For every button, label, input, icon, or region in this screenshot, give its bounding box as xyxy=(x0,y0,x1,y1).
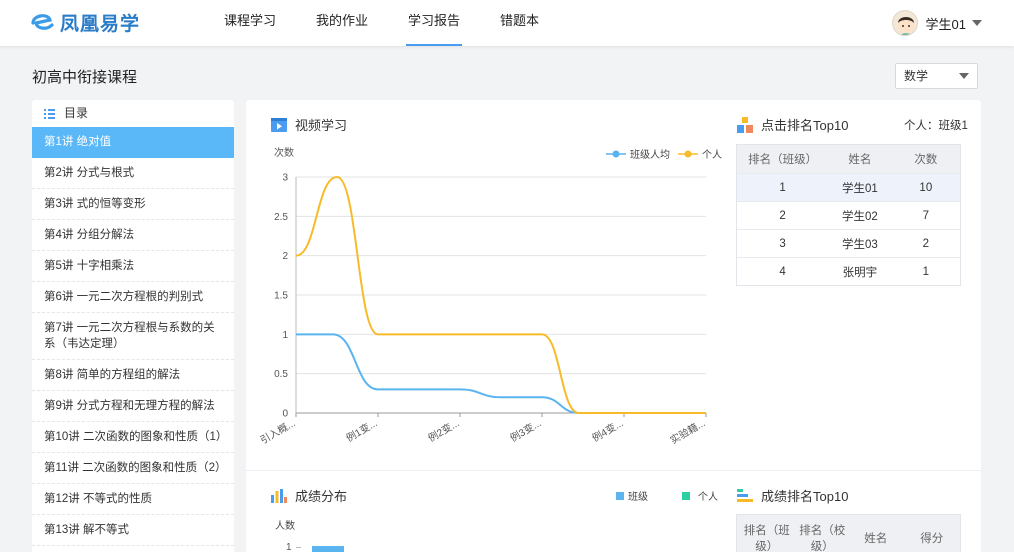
top-header: 凤凰易学 课程学习 我的作业 学习报告 错题本 学生01 xyxy=(0,0,1014,46)
score-rank-label: 成绩排名Top10 xyxy=(761,489,849,504)
cell-name: 张明宇 xyxy=(842,266,878,279)
logo-e-icon xyxy=(30,10,56,34)
cell-rank: 1 xyxy=(779,181,786,194)
sidebar-item-lesson-7[interactable]: 第7讲 一元二次方程根与系数的关系（韦达定理） xyxy=(32,313,234,360)
user-menu[interactable]: 学生01 xyxy=(891,10,982,36)
legend-swatch-class xyxy=(616,491,624,500)
main-nav: 课程学习 我的作业 学习报告 错题本 xyxy=(222,0,577,46)
score-rank-title: 成绩排名Top10 xyxy=(737,486,848,505)
click-rank-table: 排名（班级） 姓名 次数 1 学生01 10 2 学生02 7 3 学生03 2… xyxy=(736,144,961,286)
avatar xyxy=(891,10,918,36)
cell-rank: 2 xyxy=(779,209,786,222)
y-tick-label: 2 xyxy=(282,251,288,262)
y-tick-label: 0 xyxy=(282,409,288,420)
sidebar-item-lesson-4[interactable]: 第4讲 分组分解法 xyxy=(32,220,234,251)
score-section-title: 成绩分布 xyxy=(271,486,347,505)
table-row: 1 学生01 10 xyxy=(737,173,960,201)
cell-count: 7 xyxy=(922,209,930,222)
sidebar-item-lesson-12[interactable]: 第12讲 不等式的性质 xyxy=(32,484,234,515)
cell-count: 10 xyxy=(919,181,933,194)
score-y-tick: 1 xyxy=(286,542,292,552)
table-row: 3 学生03 2 xyxy=(737,229,960,257)
catalog-sidebar: 目录 第1讲 绝对值 第2讲 分式与根式 第3讲 式的恒等变形 第4讲 分组分解… xyxy=(32,100,234,552)
nav-my-homework[interactable]: 我的作业 xyxy=(314,0,370,46)
y-tick-label: 1 xyxy=(282,330,288,341)
brand-logo[interactable]: 凤凰易学 xyxy=(30,8,140,36)
legend-class-label: 班级 xyxy=(628,492,648,503)
score-bar xyxy=(312,546,344,552)
chevron-down-icon xyxy=(972,20,982,26)
sidebar-item-lesson-11[interactable]: 第11讲 二次函数的图象和性质（2） xyxy=(32,453,234,484)
legend-class[interactable]: 班级 xyxy=(616,488,648,503)
sidebar-item-lesson-9[interactable]: 第9讲 分式方程和无理方程的解法 xyxy=(32,391,234,422)
sidebar-item-lesson-2[interactable]: 第2讲 分式与根式 xyxy=(32,158,234,189)
col-header-school-rank: 排名（校级） xyxy=(799,525,846,552)
nav-course-study[interactable]: 课程学习 xyxy=(222,0,278,46)
col-header-class-rank: 排名（班级） xyxy=(743,525,790,552)
legend-score-personal[interactable]: 个人 xyxy=(682,488,718,503)
score-section-label: 成绩分布 xyxy=(295,489,348,504)
x-tick-label: 例2变... xyxy=(426,416,462,444)
cell-name: 学生02 xyxy=(842,210,878,223)
cell-name: 学生03 xyxy=(842,238,878,251)
x-tick-label: 例4变... xyxy=(590,416,626,444)
cell-name: 学生01 xyxy=(842,182,878,195)
score-rank-table: 排名（班级） 排名（校级） 姓名 得分 xyxy=(736,514,961,552)
y-tick-label: 2.5 xyxy=(274,212,288,223)
catalog-header: 目录 xyxy=(32,100,234,127)
x-tick-label: 例1变... xyxy=(344,416,380,444)
list-icon xyxy=(44,109,55,119)
y-tick-label: 1.5 xyxy=(274,291,288,302)
sidebar-item-lesson-5[interactable]: 第5讲 十字相乘法 xyxy=(32,251,234,282)
cell-rank: 4 xyxy=(779,265,786,278)
cell-count: 2 xyxy=(922,237,930,250)
blocks-icon xyxy=(737,116,753,133)
video-line-chart: 次数 0 0.5 1 1.5 2 2.5 3 引入概... 例1变... 例2变... 例3变... 例… xyxy=(258,146,708,447)
sidebar-item-lesson-1[interactable]: 第1讲 绝对值 xyxy=(32,127,234,158)
table-header-row: 排名（班级） 姓名 次数 xyxy=(737,145,960,173)
user-name: 学生01 xyxy=(925,16,966,32)
brand-name: 凤凰易学 xyxy=(60,13,141,35)
x-tick-label: 引入概... xyxy=(258,416,298,446)
cell-count: 1 xyxy=(922,265,930,278)
page-title: 初高中衔接课程 xyxy=(32,69,138,86)
y-tick-label: 3 xyxy=(282,173,288,184)
y-axis-label: 次数 xyxy=(274,146,294,159)
sidebar-item-lesson-6[interactable]: 第6讲 一元二次方程根的判别式 xyxy=(32,282,234,313)
y-tick-label: 0.5 xyxy=(274,369,288,380)
nav-study-report[interactable]: 学习报告 xyxy=(406,0,463,46)
ranking-icon xyxy=(737,488,753,502)
bar-chart-icon xyxy=(271,488,287,503)
report-panel: 视频学习 班级人均 个人 次数 0 0.5 1 1.5 2 2.5 3 引入概... 例1变...… xyxy=(246,100,981,552)
cell-rank: 3 xyxy=(779,237,786,250)
legend-score-personal-label: 个人 xyxy=(698,492,718,503)
sidebar-item-lesson-8[interactable]: 第8讲 简单的方程组的解法 xyxy=(32,360,234,391)
sidebar-item-lesson-10[interactable]: 第10讲 二次函数的图象和性质（1） xyxy=(32,422,234,453)
col-header-name: 姓名 xyxy=(864,533,888,545)
catalog-title: 目录 xyxy=(64,106,89,120)
sidebar-item-lesson-3[interactable]: 第3讲 式的恒等变形 xyxy=(32,189,234,220)
x-tick-label: 实验籍... xyxy=(668,416,708,446)
col-header-count: 次数 xyxy=(914,154,938,166)
sidebar-item-lesson-13[interactable]: 第13讲 解不等式 xyxy=(32,515,234,546)
score-y-label: 人数 xyxy=(275,521,295,532)
table-row: 4 张明宇 1 xyxy=(737,257,960,285)
score-y-tick-mark xyxy=(296,547,301,548)
chevron-down-icon xyxy=(959,73,969,79)
col-header-rank: 排名（班级） xyxy=(748,154,818,166)
subject-select-value: 数学 xyxy=(904,69,929,83)
section-divider xyxy=(246,470,981,471)
nav-mistake-book[interactable]: 错题本 xyxy=(498,0,541,46)
click-rank-label: 点击排名Top10 xyxy=(761,118,849,133)
legend-swatch-score-personal xyxy=(682,491,690,500)
col-header-name: 姓名 xyxy=(848,154,872,166)
col-header-score: 得分 xyxy=(920,533,944,545)
click-rank-title: 点击排名Top10 xyxy=(737,115,848,134)
individual-rank-note: 个人：班级1 xyxy=(904,120,968,132)
x-tick-label: 例3变... xyxy=(508,416,544,444)
subject-select[interactable]: 数学 xyxy=(895,63,978,89)
table-row: 2 学生02 7 xyxy=(737,201,960,229)
score-legend: 班级 个人 xyxy=(608,488,718,503)
